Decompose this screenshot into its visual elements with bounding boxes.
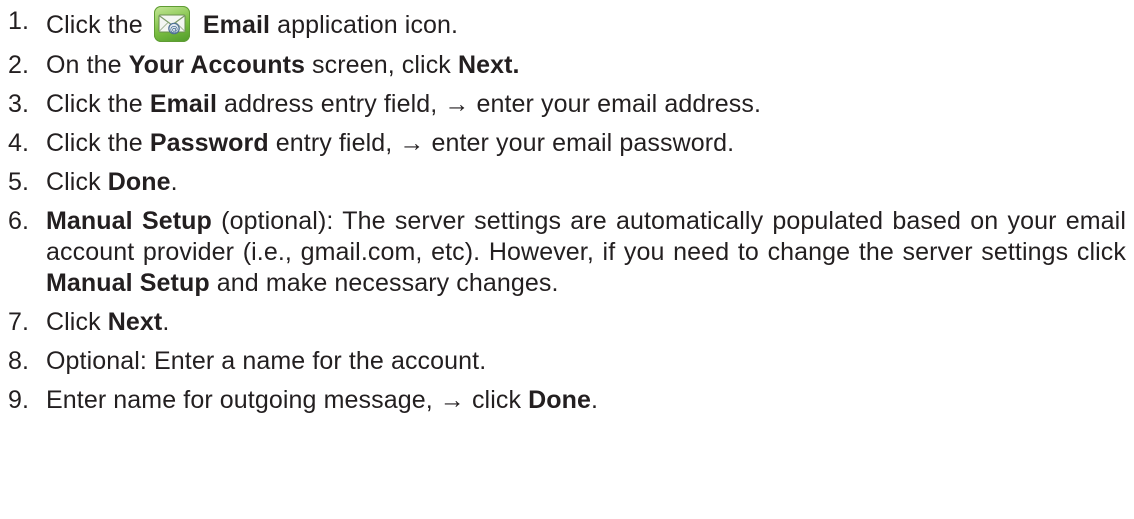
text-segment: address entry field, → enter your email … — [217, 90, 762, 118]
step-number: 4. — [8, 129, 30, 157]
text-segment: . — [170, 168, 178, 196]
step-text: Click the Email address entry field, → e… — [46, 89, 1126, 120]
text-segment: screen, click — [305, 51, 458, 79]
step-text: Click the @ Email application icon. — [46, 6, 1126, 42]
text-segment: . — [162, 308, 170, 336]
bold-term: Next. — [457, 51, 520, 79]
text-segment: Click the — [46, 11, 150, 39]
step-number: 6. — [8, 207, 30, 235]
step-item: 5. Click Done. — [8, 167, 1126, 198]
text-segment: . — [591, 386, 599, 414]
text-segment: Click — [46, 168, 108, 196]
bold-term: Done — [107, 168, 171, 196]
text-segment: Optional: Enter a name for the account. — [46, 347, 487, 375]
step-text: Click the Password entry field, → enter … — [46, 128, 1126, 159]
step-number: 5. — [8, 168, 30, 196]
text-segment: On the — [46, 51, 129, 79]
bold-term: Manual Setup — [46, 207, 212, 235]
bold-term: Password — [149, 129, 269, 157]
text-segment: application icon. — [270, 11, 459, 39]
step-item: 8. Optional: Enter a name for the account… — [8, 346, 1126, 377]
text-segment: Enter name for outgoing message, → click — [46, 386, 529, 414]
text-segment: entry field, → enter your email password… — [268, 129, 735, 157]
step-item: 6. Manual Setup (optional): The server se… — [8, 206, 1126, 299]
text-segment: and make necessary changes. — [209, 269, 559, 297]
step-number: 3. — [8, 90, 30, 118]
step-number: 7. — [8, 308, 30, 336]
step-item: 4. Click the Password entry field, → ente… — [8, 128, 1126, 159]
instruction-steps: 1. Click the @ Email application icon. 2. O… — [8, 6, 1126, 424]
text-segment: Click the — [46, 129, 150, 157]
step-text: On the Your Accounts screen, click Next. — [46, 50, 1126, 81]
step-item: 7. Click Next. — [8, 307, 1126, 338]
bold-term: Done — [528, 386, 592, 414]
bold-term: Email — [195, 11, 271, 39]
step-item: 3. Click the Email address entry field, →… — [8, 89, 1126, 120]
bold-term: Next — [107, 308, 163, 336]
bold-term: Email — [149, 90, 218, 118]
bold-term: Manual Setup — [46, 269, 210, 297]
email-app-icon: @ — [153, 6, 190, 42]
text-segment: Click the — [46, 90, 150, 118]
step-number: 2. — [8, 51, 30, 79]
step-number: 9. — [8, 386, 30, 414]
text-segment: Click — [46, 308, 108, 336]
step-item: 9. Enter name for outgoing message, → cli… — [8, 385, 1126, 416]
step-text: Manual Setup (optional): The server sett… — [46, 206, 1126, 299]
svg-text:@: @ — [170, 25, 178, 34]
bold-term: Your Accounts — [128, 51, 306, 79]
step-item: 1. Click the @ Email application icon. — [8, 6, 1126, 42]
step-text: Click Done. — [46, 167, 1126, 198]
step-item: 2. On the Your Accounts screen, click Nex… — [8, 50, 1126, 81]
step-text: Click Next. — [46, 307, 1126, 338]
step-text: Optional: Enter a name for the account. — [46, 346, 1126, 377]
step-text: Enter name for outgoing message, → click… — [46, 385, 1126, 416]
step-number: 1. — [8, 7, 30, 35]
step-number: 8. — [8, 347, 30, 375]
